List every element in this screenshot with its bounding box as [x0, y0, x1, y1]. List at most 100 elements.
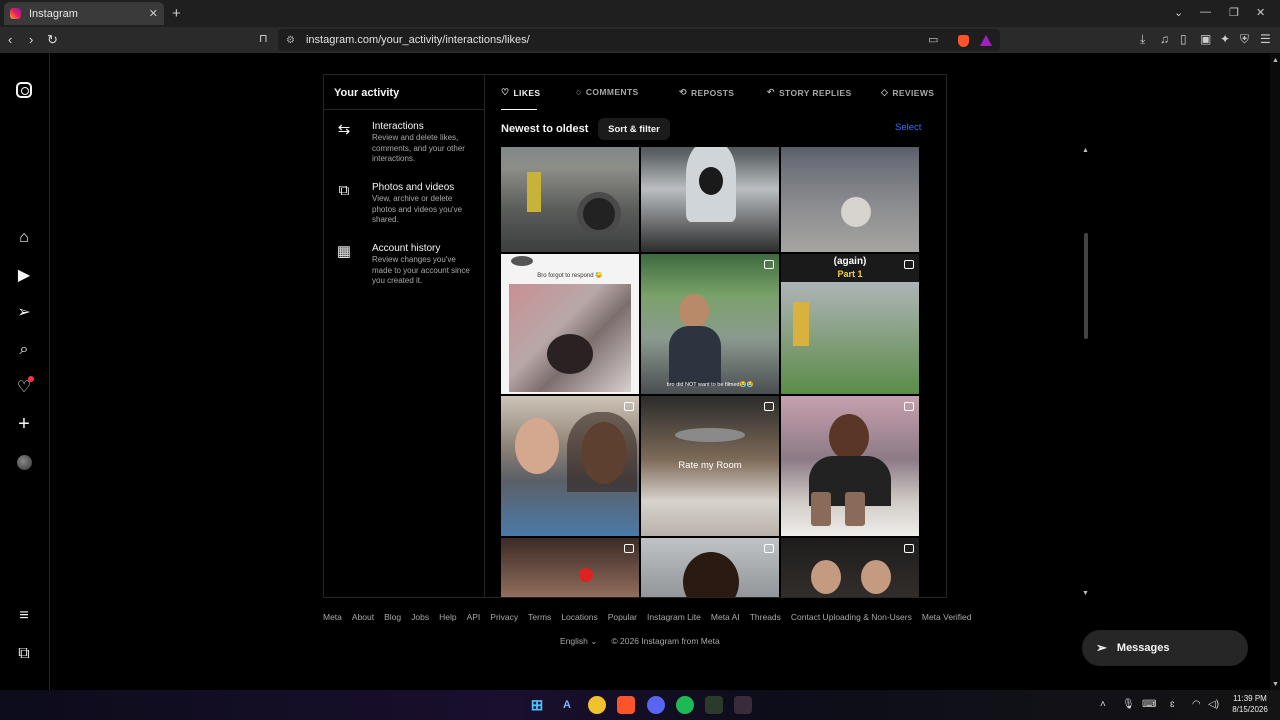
- footer-link[interactable]: Popular: [608, 612, 637, 622]
- grid-scrollbar[interactable]: ▲ ▼: [1082, 147, 1090, 597]
- footer-link[interactable]: Meta Verified: [922, 612, 972, 622]
- page-scrollbar[interactable]: ▲ ▼: [1270, 53, 1280, 690]
- tab-label: STORY REPLIES: [778, 87, 852, 98]
- app-icon[interactable]: [705, 696, 723, 714]
- scroll-down-arrow-icon[interactable]: ▼: [1082, 590, 1089, 597]
- footer-link[interactable]: Locations: [561, 612, 597, 622]
- footer-link[interactable]: Jobs: [411, 612, 429, 622]
- liked-post-tile[interactable]: Bro forgot to respond 😓: [501, 254, 639, 394]
- liked-post-tile[interactable]: Rate my Room: [641, 396, 779, 536]
- url-field[interactable]: ⚙ instagram.com/your_activity/interactio…: [278, 29, 1000, 51]
- microphone-icon[interactable]: 🎙: [1122, 699, 1135, 710]
- select-button[interactable]: Select: [895, 122, 921, 133]
- photos-videos-icon: ⧉: [338, 181, 350, 199]
- keyboard-icon[interactable]: ⌨: [1142, 699, 1156, 710]
- language-select[interactable]: English ⌄: [560, 636, 597, 647]
- sidebar-item-interactions[interactable]: ⇆ Interactions Review and delete likes, …: [334, 121, 482, 171]
- activity-content: ♡ LIKES ○ COMMENTS ⟲ REPOSTS ↶ STORY REPLIES…: [485, 75, 1089, 597]
- system-clock[interactable]: 11:39 PM 8/15/2026: [1224, 693, 1276, 715]
- tray-overflow-icon[interactable]: ˄: [1100, 699, 1106, 710]
- scroll-up-arrow-icon[interactable]: ▲: [1082, 147, 1089, 154]
- app-icon[interactable]: [734, 696, 752, 714]
- liked-post-tile[interactable]: [781, 396, 919, 536]
- scroll-thumb[interactable]: [1084, 233, 1088, 339]
- discord-icon[interactable]: [647, 696, 665, 714]
- wifi-icon[interactable]: ◠: [1192, 699, 1201, 710]
- media-icon[interactable]: ♫: [1160, 32, 1169, 46]
- reels-icon[interactable]: ▶: [14, 265, 34, 285]
- site-info-icon[interactable]: ⚙: [286, 35, 295, 46]
- leo-ai-icon[interactable]: ✦: [1220, 32, 1230, 46]
- input-method-icon[interactable]: ɛ: [1170, 699, 1175, 710]
- spotify-icon[interactable]: [676, 696, 694, 714]
- browser-tab[interactable]: Instagram ✕: [4, 2, 164, 25]
- footer-link[interactable]: Threads: [750, 612, 781, 622]
- profile-avatar[interactable]: [14, 452, 34, 472]
- brave-browser-icon[interactable]: [617, 696, 635, 714]
- vpn-icon[interactable]: ⛨: [1240, 32, 1249, 47]
- wallet-icon[interactable]: ▣: [1200, 32, 1211, 46]
- liked-post-tile[interactable]: bro did NOT want to be filmed😭😭: [641, 254, 779, 394]
- tab-comments[interactable]: ○ COMMENTS: [576, 87, 639, 97]
- downloads-icon[interactable]: ⤓: [1140, 32, 1145, 47]
- instagram-logo-icon[interactable]: [14, 80, 34, 100]
- forward-icon[interactable]: ›: [29, 32, 33, 47]
- brave-rewards-icon[interactable]: [980, 35, 992, 46]
- notifications-heart-icon[interactable]: ♡: [14, 376, 34, 397]
- close-tab-icon[interactable]: ✕: [149, 7, 158, 20]
- liked-post-tile[interactable]: (again) Part 1: [781, 254, 919, 394]
- reel-icon: [624, 544, 634, 553]
- footer-link[interactable]: Meta: [323, 612, 342, 622]
- footer-link[interactable]: Contact Uploading & Non-Users: [791, 612, 912, 622]
- sidebar-item-photos-videos[interactable]: ⧉ Photos and videos View, archive or del…: [334, 182, 482, 232]
- app-icon[interactable]: A: [558, 696, 576, 714]
- liked-post-tile[interactable]: [641, 147, 779, 252]
- cast-icon[interactable]: ▭: [928, 33, 938, 46]
- messages-nav-icon[interactable]: ➢: [14, 302, 34, 322]
- create-plus-icon[interactable]: +: [14, 413, 34, 435]
- page-scroll-up-icon[interactable]: ▲: [1272, 57, 1279, 64]
- footer-link[interactable]: Terms: [528, 612, 551, 622]
- more-menu-icon[interactable]: ≡: [14, 606, 34, 626]
- liked-post-tile[interactable]: [501, 147, 639, 252]
- footer-link[interactable]: Blog: [384, 612, 401, 622]
- activity-tabs: ♡ LIKES ○ COMMENTS ⟲ REPOSTS ↶ STORY REPLIES…: [485, 75, 946, 110]
- app-icon[interactable]: [588, 696, 606, 714]
- tab-list-icon[interactable]: ⌄: [1174, 6, 1183, 19]
- tab-likes[interactable]: ♡ LIKES: [501, 87, 541, 98]
- liked-post-tile[interactable]: [501, 396, 639, 536]
- footer-link[interactable]: About: [352, 612, 374, 622]
- close-window-button[interactable]: ✕: [1256, 6, 1265, 19]
- liked-post-tile[interactable]: [641, 538, 779, 597]
- reply-icon: ↶: [767, 87, 775, 97]
- footer-link[interactable]: API: [467, 612, 481, 622]
- sidebar-icon[interactable]: ▯: [1180, 32, 1187, 46]
- bookmark-icon[interactable]: ⊓: [259, 32, 268, 45]
- back-icon[interactable]: ‹: [8, 32, 12, 47]
- menu-icon[interactable]: ☰: [1260, 32, 1271, 46]
- footer-link[interactable]: Meta AI: [711, 612, 740, 622]
- sidebar-item-account-history[interactable]: ▦ Account history Review changes you've …: [334, 243, 482, 293]
- messages-button[interactable]: ➢ Messages: [1082, 630, 1248, 666]
- home-icon[interactable]: ⌂: [14, 228, 34, 248]
- minimize-button[interactable]: —: [1200, 6, 1211, 18]
- also-from-meta-icon[interactable]: ⧉: [14, 644, 34, 664]
- sort-filter-button[interactable]: Sort & filter: [598, 118, 670, 140]
- liked-post-tile[interactable]: [501, 538, 639, 597]
- footer-link[interactable]: Instagram Lite: [647, 612, 701, 622]
- volume-icon[interactable]: ◁): [1208, 699, 1219, 710]
- search-icon[interactable]: ⌕: [14, 340, 34, 360]
- new-tab-button[interactable]: +: [172, 5, 181, 22]
- liked-post-tile[interactable]: [781, 147, 919, 252]
- tab-story-replies[interactable]: ↶ STORY REPLIES: [767, 87, 852, 98]
- liked-post-tile[interactable]: [781, 538, 919, 597]
- reload-icon[interactable]: ↻: [47, 32, 58, 48]
- tab-reviews[interactable]: ◇ REVIEWS: [881, 87, 934, 98]
- footer-link[interactable]: Privacy: [490, 612, 518, 622]
- tab-reposts[interactable]: ⟲ REPOSTS: [679, 87, 734, 98]
- brave-shields-icon[interactable]: [958, 35, 969, 47]
- restore-button[interactable]: ❐: [1229, 6, 1239, 19]
- page-scroll-down-icon[interactable]: ▼: [1272, 681, 1279, 688]
- footer-link[interactable]: Help: [439, 612, 456, 622]
- windows-start-icon[interactable]: ⊞: [528, 696, 546, 714]
